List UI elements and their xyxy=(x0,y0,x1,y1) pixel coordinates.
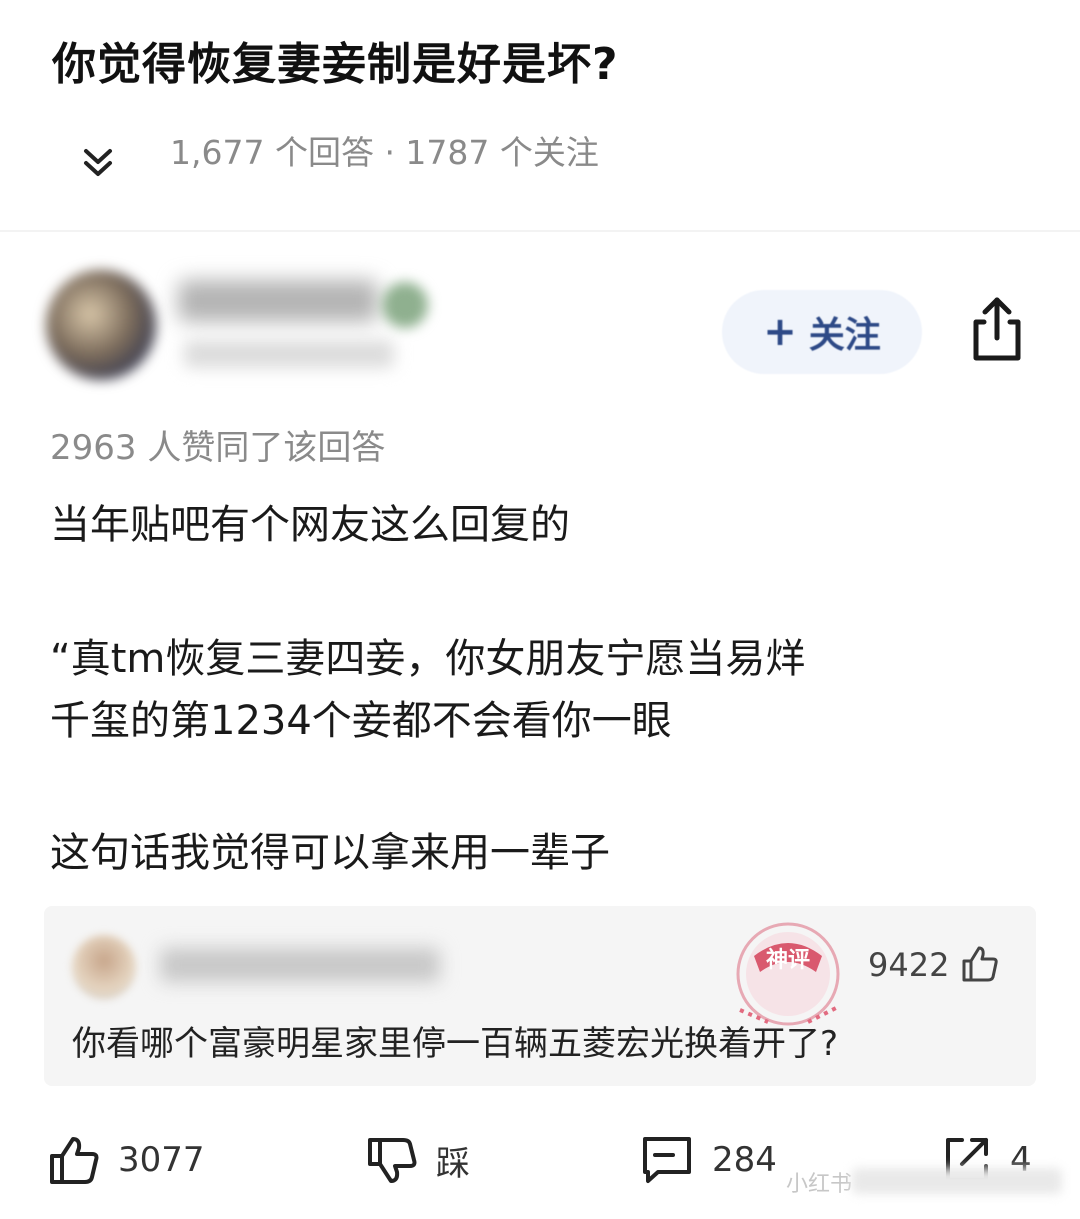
author-badge-icon xyxy=(382,282,428,328)
share-icon xyxy=(973,297,1021,361)
comment-count: 284 xyxy=(712,1140,777,1180)
expand-button[interactable] xyxy=(48,128,148,198)
author-subtitle-redacted xyxy=(184,340,394,368)
question-title: 你觉得恢复妻妾制是好是坏? xyxy=(52,39,619,90)
commenter-avatar[interactable] xyxy=(72,935,136,999)
share-button[interactable] xyxy=(962,292,1032,366)
answer-line: 当年贴吧有个网友这么回复的 xyxy=(50,502,570,548)
like-button[interactable]: 3077 xyxy=(48,1130,205,1190)
like-count: 3077 xyxy=(118,1140,205,1180)
author-name-redacted[interactable] xyxy=(178,280,378,322)
follow-label: 关注 xyxy=(808,315,881,356)
author-avatar[interactable] xyxy=(46,270,156,380)
comment-like-count: 9422 xyxy=(868,946,950,984)
dislike-button[interactable]: 踩 xyxy=(366,1130,470,1190)
content-fade xyxy=(0,876,1080,906)
thumbs-down-icon xyxy=(368,1138,417,1183)
divider xyxy=(0,230,1080,232)
agree-count: 2963 人赞同了该回答 xyxy=(50,428,386,468)
watermark-text: 小红书 xyxy=(786,1172,853,1197)
answer-line: 千玺的第1234个妾都不会看你一眼 xyxy=(50,698,672,744)
answer-line: 这句话我觉得可以拿来用一辈子 xyxy=(50,830,610,876)
thumbs-up-icon xyxy=(50,1137,99,1184)
comment-button[interactable]: 284 xyxy=(640,1130,777,1190)
watermark-id-redacted xyxy=(852,1168,1062,1194)
comment-like-button[interactable] xyxy=(960,944,1000,984)
question-meta: 1,677 个回答 · 1787 个关注 xyxy=(170,133,599,172)
thumbs-up-icon xyxy=(962,946,998,982)
plus-icon: + xyxy=(763,309,797,355)
answer-line: “真tm恢复三妻四妾，你女朋友宁愿当易烊 xyxy=(50,636,806,682)
dislike-label: 踩 xyxy=(436,1143,470,1184)
chevron-double-down-icon xyxy=(84,149,112,176)
comment-icon xyxy=(643,1137,691,1183)
stamp-label: 神评 xyxy=(766,947,810,973)
follow-button[interactable]: + 关注 xyxy=(722,290,922,374)
comment-text: 你看哪个富豪明星家里停一百辆五菱宏光换着开了? xyxy=(72,1024,839,1064)
commenter-name-redacted[interactable] xyxy=(160,948,440,982)
